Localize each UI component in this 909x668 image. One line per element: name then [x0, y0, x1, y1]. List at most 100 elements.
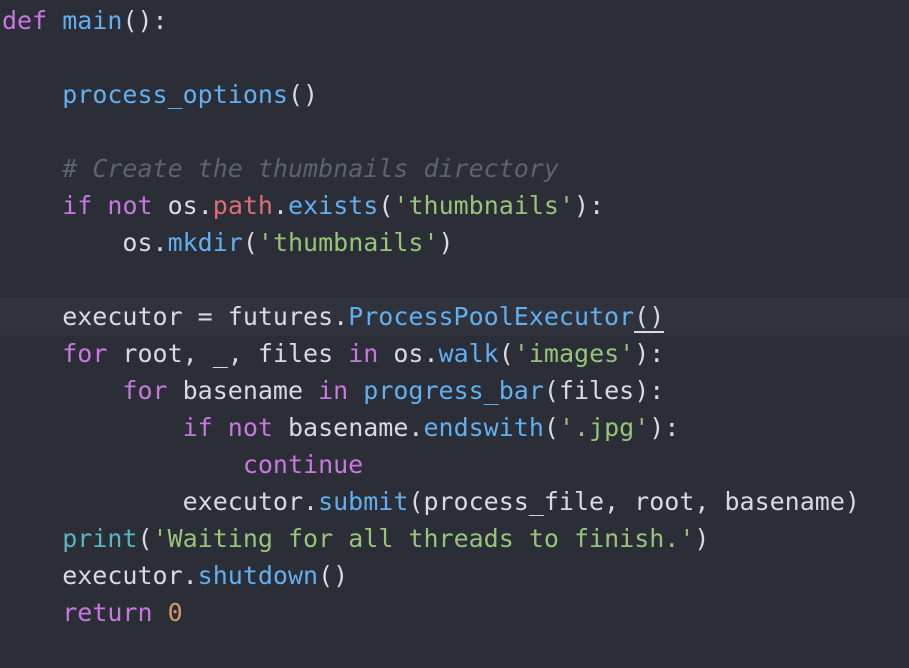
code-token: 'thumbnails' [393, 191, 575, 220]
code-token: executor. [2, 561, 198, 590]
code-token: () [318, 561, 349, 590]
code-line-text: executor = futures.ProcessPoolExecutor() [2, 298, 665, 335]
code-line-text: def main(): [2, 2, 168, 39]
code-line-text: process_options() [2, 76, 318, 113]
code-line[interactable] [0, 39, 909, 76]
code-token: def [2, 6, 48, 35]
code-token: path [212, 191, 273, 220]
code-token: mkdir [167, 228, 243, 257]
code-line[interactable]: for basename in progress_bar(files): [0, 372, 909, 409]
code-line[interactable]: # Create the thumbnails directory [0, 150, 909, 187]
code-line-text: print('Waiting for all threads to finish… [2, 520, 709, 557]
code-line[interactable]: print('Waiting for all threads to finish… [0, 520, 909, 557]
code-token: () [634, 302, 665, 333]
code-token: continue [242, 450, 364, 479]
code-token: ( [378, 191, 394, 220]
code-line[interactable] [0, 113, 909, 150]
code-token: ): [649, 413, 680, 442]
code-token: '.jpg' [558, 413, 650, 442]
code-token: ( [543, 413, 559, 442]
code-token: in [348, 339, 379, 368]
code-line[interactable] [0, 261, 909, 298]
code-token: (files): [543, 376, 665, 405]
code-token: root, _, files [107, 339, 349, 368]
code-line-text: os.mkdir('thumbnails') [2, 224, 454, 261]
code-token: ( [242, 228, 258, 257]
code-token: executor. [2, 487, 319, 516]
code-line-text: continue [2, 446, 363, 483]
code-token: (): [122, 6, 168, 35]
code-token: . [272, 191, 289, 220]
code-token: print [62, 524, 138, 553]
code-token: progress_bar [363, 376, 544, 405]
code-token: os. [152, 191, 213, 220]
code-token: if [62, 191, 93, 220]
code-token: not [107, 191, 153, 220]
code-token: os. [2, 228, 168, 257]
code-token: 'images' [513, 339, 635, 368]
code-token: basename [167, 376, 319, 405]
code-line[interactable]: executor = futures.ProcessPoolExecutor() [0, 298, 909, 335]
code-token: shutdown [197, 561, 319, 590]
code-token: not [227, 413, 273, 442]
code-token: main [62, 6, 123, 35]
code-token: for [122, 376, 168, 405]
code-line-text: executor.submit(process_file, root, base… [2, 483, 860, 520]
code-token: ) [438, 228, 454, 257]
code-line-text: return 0 [2, 594, 183, 631]
code-line-text: if not basename.endswith('.jpg'): [2, 409, 680, 446]
code-token: submit [318, 487, 409, 516]
code-token: executor = futures. [2, 302, 349, 331]
code-token: 0 [167, 598, 183, 627]
code-token: ( [137, 524, 153, 553]
code-token: ( [498, 339, 514, 368]
code-line-text: if not os.path.exists('thumbnails'): [2, 187, 604, 224]
code-token: 'thumbnails' [257, 228, 439, 257]
code-token: (process_file, root, basename) [408, 487, 860, 516]
code-line[interactable]: if not basename.endswith('.jpg'): [0, 409, 909, 446]
code-token: os. [378, 339, 439, 368]
code-token: 'Waiting for all threads to finish.' [152, 524, 695, 553]
code-line-text: for basename in progress_bar(files): [2, 372, 664, 409]
code-token: # Create the thumbnails directory [62, 154, 559, 183]
code-line[interactable]: executor.submit(process_file, root, base… [0, 483, 909, 520]
code-token: process_options [62, 80, 288, 109]
code-line[interactable]: if not os.path.exists('thumbnails'): [0, 187, 909, 224]
code-token: ) [694, 524, 710, 553]
code-token: if [182, 413, 213, 442]
code-line[interactable]: return 0 [0, 594, 909, 631]
code-editor[interactable]: def main(): process_options() # Create t… [0, 0, 909, 668]
code-token: ): [574, 191, 605, 220]
code-token: ): [634, 339, 665, 368]
code-token: () [288, 80, 319, 109]
code-line[interactable]: os.mkdir('thumbnails') [0, 224, 909, 261]
code-token: ProcessPoolExecutor [348, 302, 635, 331]
code-line-text: executor.shutdown() [2, 557, 348, 594]
code-line[interactable]: executor.shutdown() [0, 557, 909, 594]
code-token: exists [288, 191, 379, 220]
code-line[interactable]: def main(): [0, 2, 909, 39]
code-token: basename. [272, 413, 424, 442]
code-token: in [318, 376, 349, 405]
code-token: endswith [423, 413, 544, 442]
code-line[interactable]: continue [0, 446, 909, 483]
code-line-text: for root, _, files in os.walk('images'): [2, 335, 664, 372]
code-line[interactable]: for root, _, files in os.walk('images'): [0, 335, 909, 372]
code-token: for [62, 339, 108, 368]
code-line[interactable]: process_options() [0, 76, 909, 113]
code-token: return [62, 598, 153, 627]
code-line-text: # Create the thumbnails directory [2, 150, 559, 187]
